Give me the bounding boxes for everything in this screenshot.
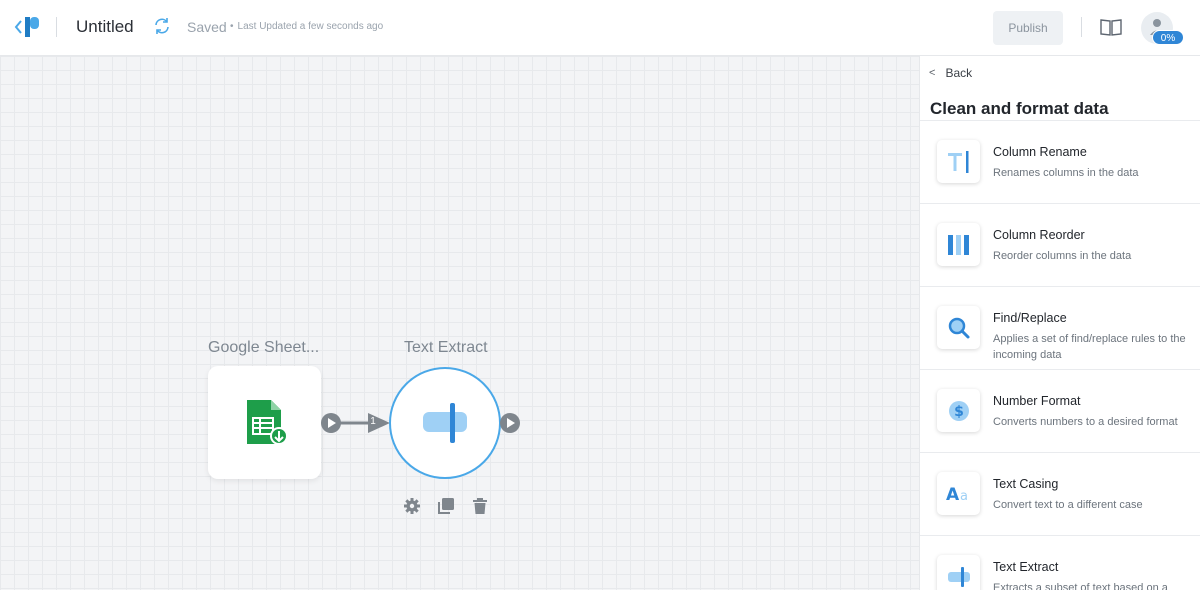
panel-title: Clean and format data [930, 99, 1109, 118]
list-item-number-format[interactable]: $ Number Format Converts numbers to a de… [920, 369, 1200, 452]
output-port-icon[interactable] [320, 412, 342, 434]
settings-gear-icon[interactable] [403, 497, 421, 515]
item-title: Find/Replace [993, 311, 1067, 325]
svg-text:A: A [946, 485, 960, 505]
item-title: Column Rename [993, 145, 1087, 159]
item-desc: Applies a set of find/replace rules to t… [993, 333, 1186, 361]
dollar-icon: $ [937, 389, 980, 432]
node-label-text-extract: Text Extract [404, 339, 488, 356]
item-desc: Converts numbers to a desired format [993, 416, 1178, 428]
step-library-panel: < Back Clean and format data Column Rena… [919, 56, 1200, 590]
save-status: Saved [187, 19, 227, 35]
back-label: Back [945, 66, 973, 80]
google-sheets-icon [247, 400, 288, 445]
step-list: Column Rename Renames columns in the dat… [920, 120, 1200, 590]
list-item-text-extract[interactable]: Text Extract Extracts a subset of text b… [920, 535, 1200, 590]
text-casing-icon: A a [937, 472, 980, 515]
document-title[interactable]: Untitled [76, 17, 134, 37]
google-sheets-node[interactable] [208, 366, 321, 479]
svg-text:a: a [960, 489, 968, 504]
list-item-find-replace[interactable]: Find/Replace Applies a set of find/repla… [920, 286, 1200, 369]
column-reorder-icon [937, 223, 980, 266]
text-extract-node[interactable] [389, 367, 501, 479]
duplicate-icon[interactable] [437, 497, 455, 515]
item-title: Number Format [993, 394, 1081, 408]
item-title: Text Casing [993, 477, 1059, 491]
last-updated: • Last Updated a few seconds ago [230, 21, 383, 32]
progress-badge: 0% [1152, 30, 1184, 45]
list-item-column-rename[interactable]: Column Rename Renames columns in the dat… [920, 120, 1200, 203]
bullet: • [230, 21, 234, 32]
connector-arrow[interactable] [340, 412, 392, 434]
chevron-left-icon: < [929, 67, 936, 79]
item-desc: Convert text to a different case [993, 499, 1143, 511]
header-divider [56, 17, 57, 37]
item-desc: Reorder columns in the data [993, 250, 1132, 262]
list-item-text-casing[interactable]: A a Text Casing Convert text to a differ… [920, 452, 1200, 535]
item-desc: Renames columns in the data [993, 167, 1139, 179]
output-port-icon-2[interactable] [499, 412, 521, 434]
workflow-canvas[interactable]: Google Sheet... 1 Text Extract [0, 56, 919, 590]
item-title: Column Reorder [993, 228, 1085, 242]
publish-button[interactable]: Publish [993, 11, 1063, 45]
item-desc: Extracts a subset of text based on a [993, 582, 1168, 590]
top-bar: Untitled Saved • Last Updated a few secon… [0, 0, 1200, 56]
header-divider-2 [1081, 17, 1082, 37]
back-button[interactable]: < Back [929, 66, 972, 80]
item-title: Text Extract [993, 560, 1059, 574]
book-icon[interactable] [1099, 16, 1123, 38]
trash-icon[interactable] [471, 497, 489, 515]
search-icon [937, 306, 980, 349]
node-label-source: Google Sheet... [208, 339, 320, 356]
last-updated-text: Last Updated a few seconds ago [237, 21, 384, 32]
back-logo-icon[interactable] [14, 14, 42, 40]
text-extract-icon [937, 555, 980, 590]
svg-text:$: $ [954, 404, 964, 420]
sync-icon [152, 16, 172, 36]
connector-badge: 1 [370, 416, 376, 427]
column-rename-icon [937, 140, 980, 183]
list-item-column-reorder[interactable]: Column Reorder Reorder columns in the da… [920, 203, 1200, 286]
text-extract-icon [423, 403, 467, 443]
